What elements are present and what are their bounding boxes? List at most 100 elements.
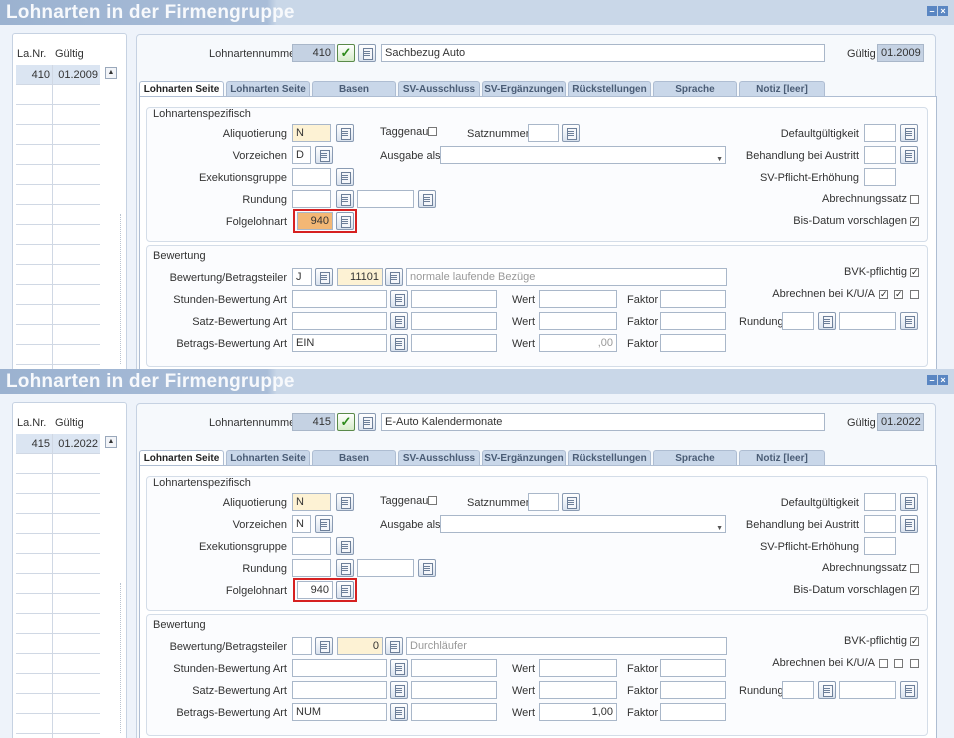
list-item[interactable]	[16, 714, 100, 734]
rundung-spez-field2[interactable]	[357, 190, 414, 208]
betragsteiler-nr-field[interactable]: 0	[337, 637, 383, 655]
rundung-bew-field2[interactable]	[839, 312, 896, 330]
tab-3[interactable]: SV-Ausschluss	[398, 450, 480, 466]
rundung-spez-field[interactable]	[292, 190, 331, 208]
lookup-icon[interactable]	[358, 44, 376, 62]
rundung-bew-field[interactable]	[782, 312, 814, 330]
defaultgueltigkeit-field[interactable]	[864, 124, 896, 142]
lohnartennummer-field[interactable]: 410	[292, 44, 335, 62]
satz-lookup-icon[interactable]	[390, 312, 408, 330]
taggenau-checkbox[interactable]	[428, 127, 437, 136]
betrags-wert-field[interactable]: ,00	[539, 334, 617, 352]
resize-grip[interactable]	[120, 583, 123, 733]
satz-text-field[interactable]	[411, 312, 497, 330]
list-item[interactable]	[16, 634, 100, 654]
sv-pflicht-field[interactable]	[864, 168, 896, 186]
list-item[interactable]	[16, 554, 100, 574]
tab-7[interactable]: Notiz [leer]	[739, 81, 825, 97]
tab-7[interactable]: Notiz [leer]	[739, 450, 825, 466]
rundung-spez-lookup-icon[interactable]	[336, 190, 354, 208]
confirm-check-icon[interactable]: ✓	[337, 44, 355, 62]
stunden-lookup-icon[interactable]	[390, 659, 408, 677]
scroll-up-icon[interactable]: ▲	[105, 436, 117, 448]
folgelohnart-field[interactable]: 940	[297, 212, 333, 230]
tab-5[interactable]: Rückstellungen	[568, 81, 651, 97]
list-item[interactable]	[16, 125, 100, 145]
bvk-checkbox[interactable]: ✓	[910, 637, 919, 646]
list-item[interactable]	[16, 694, 100, 714]
exekution-lookup-icon[interactable]	[336, 168, 354, 186]
rundung-bew-lookup-icon[interactable]	[818, 312, 836, 330]
list-item[interactable]	[16, 205, 100, 225]
betrags-wert-field[interactable]: 1,00	[539, 703, 617, 721]
exekution-field[interactable]	[292, 537, 331, 555]
list-item[interactable]	[16, 325, 100, 345]
defaultgueltigkeit-field[interactable]	[864, 493, 896, 511]
folgelohnart-field[interactable]: 940	[297, 581, 333, 599]
folgelohnart-lookup-icon[interactable]	[336, 581, 354, 599]
rundung-bew-lookup2-icon[interactable]	[900, 681, 918, 699]
vorzeichen-lookup-icon[interactable]	[315, 515, 333, 533]
tab-2[interactable]: Basen	[312, 81, 396, 97]
tab-5[interactable]: Rückstellungen	[568, 450, 651, 466]
tab-0[interactable]: Lohnarten Seite 1	[139, 81, 224, 110]
gueltig-field[interactable]: 01.2009	[877, 44, 924, 62]
betragsteiler-lookup-icon[interactable]	[315, 268, 333, 286]
bezeichnung-field[interactable]: E-Auto Kalendermonate	[381, 413, 825, 431]
satz-faktor-field[interactable]	[660, 681, 726, 699]
list-item[interactable]	[16, 474, 100, 494]
list-item[interactable]	[16, 165, 100, 185]
tab-4[interactable]: SV-Ergänzungen	[482, 450, 566, 466]
list-item[interactable]	[16, 245, 100, 265]
betrags-faktor-field[interactable]	[660, 703, 726, 721]
betragsteiler-text-field[interactable]: normale laufende Bezüge	[406, 268, 727, 286]
kua-checkbox-u[interactable]	[894, 659, 903, 668]
lookup-icon[interactable]	[358, 413, 376, 431]
aliquotierung-lookup-icon[interactable]	[336, 493, 354, 511]
rundung-spez-lookup-icon[interactable]	[336, 559, 354, 577]
list-item[interactable]	[16, 305, 100, 325]
rundung-spez-field[interactable]	[292, 559, 331, 577]
austritt-lookup-icon[interactable]	[900, 146, 918, 164]
tab-0[interactable]: Lohnarten Seite 1	[139, 450, 224, 479]
list-item[interactable]	[16, 654, 100, 674]
stunden-wert-field[interactable]	[539, 659, 617, 677]
aliquotierung-lookup-icon[interactable]	[336, 124, 354, 142]
satznummer-field[interactable]	[528, 124, 559, 142]
list-item[interactable]	[16, 85, 100, 105]
austritt-field[interactable]	[864, 146, 896, 164]
abrechnungssatz-checkbox[interactable]	[910, 195, 919, 204]
folgelohnart-lookup-icon[interactable]	[336, 212, 354, 230]
rundung-bew-field2[interactable]	[839, 681, 896, 699]
austritt-field[interactable]	[864, 515, 896, 533]
list-item[interactable]	[16, 105, 100, 125]
close-icon[interactable]: ×	[938, 375, 948, 385]
list-item[interactable]	[16, 734, 100, 738]
betragsteiler-nr-lookup-icon[interactable]	[385, 637, 403, 655]
satz-lookup-icon[interactable]	[390, 681, 408, 699]
satz-wert-field[interactable]	[539, 681, 617, 699]
list-item[interactable]	[16, 574, 100, 594]
list-item[interactable]	[16, 674, 100, 694]
aliquotierung-field[interactable]: N	[292, 124, 331, 142]
ausgabe-select[interactable]: ▼	[440, 146, 726, 164]
list-item[interactable]	[16, 145, 100, 165]
list-item[interactable]	[16, 265, 100, 285]
betragsteiler-code-field[interactable]	[292, 637, 312, 655]
satz-field[interactable]	[292, 312, 387, 330]
stunden-lookup-icon[interactable]	[390, 290, 408, 308]
aliquotierung-field[interactable]: N	[292, 493, 331, 511]
defaultgueltigkeit-lookup-icon[interactable]	[900, 124, 918, 142]
ausgabe-select[interactable]: ▼	[440, 515, 726, 533]
list-item-selected[interactable]: 410 01.2009	[16, 65, 100, 85]
rundung-spez-lookup2-icon[interactable]	[418, 190, 436, 208]
kua-checkbox-u[interactable]: ✓	[894, 290, 903, 299]
tab-3[interactable]: SV-Ausschluss	[398, 81, 480, 97]
satz-wert-field[interactable]	[539, 312, 617, 330]
sv-pflicht-field[interactable]	[864, 537, 896, 555]
kua-checkbox-k[interactable]	[879, 659, 888, 668]
betragsteiler-nr-field[interactable]: 11101	[337, 268, 383, 286]
betrags-lookup-icon[interactable]	[390, 334, 408, 352]
taggenau-checkbox[interactable]	[428, 496, 437, 505]
close-icon[interactable]: ×	[938, 6, 948, 16]
